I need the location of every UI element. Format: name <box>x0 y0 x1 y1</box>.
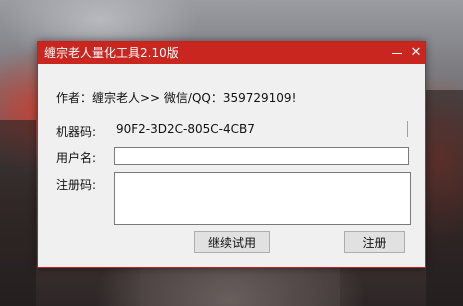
title-bar[interactable]: 缠宗老人量化工具2.10版 ✕ <box>38 42 425 64</box>
username-input[interactable] <box>114 147 409 165</box>
continue-trial-button[interactable]: 继续试用 <box>194 231 270 253</box>
background-figure-left <box>0 120 36 306</box>
close-button[interactable]: ✕ <box>407 44 425 62</box>
register-button[interactable]: 注册 <box>344 231 405 253</box>
close-icon: ✕ <box>410 45 422 60</box>
minimize-button[interactable] <box>388 44 406 62</box>
reg-code-label: 注册码: <box>56 178 97 192</box>
username-label: 用户名: <box>56 151 97 165</box>
machine-code-field: 90F2-3D2C-805C-4CB7 <box>114 121 408 137</box>
registration-window: 缠宗老人量化工具2.10版 ✕ 作者：缠宗老人>> 微信/QQ：35972910… <box>37 41 426 268</box>
author-info: 作者：缠宗老人>> 微信/QQ：359729109! <box>56 91 297 105</box>
machine-code-label: 机器码: <box>56 125 97 139</box>
window-title: 缠宗老人量化工具2.10版 <box>44 46 179 60</box>
desktop-background: 缠宗老人量化工具2.10版 ✕ 作者：缠宗老人>> 微信/QQ：35972910… <box>0 0 463 306</box>
background-rocks <box>140 268 340 306</box>
reg-code-input[interactable] <box>114 172 411 225</box>
background-figure-right <box>426 90 463 306</box>
